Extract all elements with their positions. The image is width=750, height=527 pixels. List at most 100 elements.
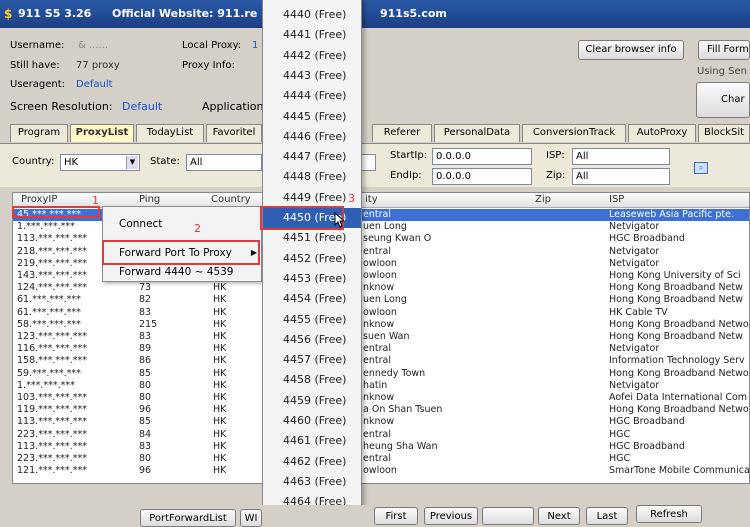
- port-item[interactable]: 4451 (Free): [263, 228, 361, 248]
- cell-isp: HGC Broadband: [609, 440, 685, 452]
- port-item[interactable]: 4453 (Free): [263, 269, 361, 289]
- char-button[interactable]: Char: [696, 82, 750, 118]
- refresh-button[interactable]: Refresh: [636, 505, 702, 523]
- first-button[interactable]: First: [374, 507, 418, 525]
- zip-select[interactable]: All: [572, 168, 670, 185]
- still-have-label: Still have:: [10, 60, 60, 71]
- table-row[interactable]: 119.***.***.*** 96 HK a On Shan Tsuen Hong K…: [13, 404, 749, 416]
- port-item[interactable]: 4457 (Free): [263, 350, 361, 370]
- isp-select[interactable]: All: [572, 148, 670, 165]
- port-item[interactable]: 4463 (Free): [263, 472, 361, 492]
- tab-referer[interactable]: Referer: [372, 124, 432, 142]
- port-list: 4440 (Free) 4441 (Free) 4442 (Free) 4443 (F…: [262, 0, 362, 527]
- port-item[interactable]: 4448 (Free): [263, 167, 361, 187]
- table-row[interactable]: 59.***.***.*** 85 HK ennedy Town Hong Kong B…: [13, 368, 749, 380]
- tab-conversiontrack[interactable]: ConversionTrack: [522, 124, 626, 142]
- table-row[interactable]: 223.***.***.*** 84 HK entral HGC: [13, 429, 749, 441]
- table-row[interactable]: 124.***.***.*** 73 HK nknow Hong Kong Broadb…: [13, 282, 749, 294]
- table-row[interactable]: 113.***.***.*** 85 HK nknow HGC Broadband: [13, 416, 749, 428]
- next-button[interactable]: Next: [538, 507, 580, 525]
- port-item[interactable]: 4455 (Free): [263, 310, 361, 330]
- cell-ping: 85: [139, 416, 152, 428]
- cell-isp: Netvigator: [609, 257, 660, 269]
- table-row[interactable]: 1.***.***.*** 80 HK hatin Netvigator: [13, 379, 749, 392]
- port-item[interactable]: 4458 (Free): [263, 370, 361, 390]
- annotation-box-port: [260, 206, 344, 230]
- port-item[interactable]: 4449 (Free): [263, 188, 361, 208]
- last-button[interactable]: Last: [586, 507, 628, 525]
- tab-todaylist[interactable]: TodayList: [136, 124, 204, 142]
- col-city[interactable]: ity: [365, 194, 378, 205]
- port-item[interactable]: 4445 (Free): [263, 107, 361, 127]
- port-item[interactable]: 4456 (Free): [263, 330, 361, 350]
- table-row[interactable]: 113.***.***.*** 83 HK heung Sha Wan HGC Broa…: [13, 440, 749, 453]
- table-row[interactable]: 58.***.***.*** 215 HK nknow Hong Kong Broadb…: [13, 318, 749, 331]
- screen-resolution-value[interactable]: Default: [122, 100, 162, 113]
- annotation-number-2: 2: [194, 222, 201, 235]
- table-row[interactable]: 121.***.***.*** 96 HK owloon SmarTone Mobile…: [13, 465, 749, 477]
- fill-form-button[interactable]: Fill Form: [698, 40, 750, 60]
- table-row[interactable]: 61.***.***.*** 82 HK uen Long Hong Kong Broa…: [13, 294, 749, 306]
- port-item[interactable]: 4446 (Free): [263, 127, 361, 147]
- port-item[interactable]: 4460 (Free): [263, 411, 361, 431]
- country-value: HK: [64, 157, 79, 168]
- cell-city: entral: [363, 453, 391, 464]
- annotation-box-forward: [102, 240, 260, 265]
- state-select[interactable]: All: [186, 154, 262, 171]
- table-row[interactable]: 116.***.***.*** 89 HK entral Netvigator: [13, 343, 749, 355]
- table-row[interactable]: 123.***.***.*** 83 HK suen Wan Hong Kong Bro…: [13, 331, 749, 343]
- cell-city: uen Long: [363, 221, 407, 233]
- cell-ping: 96: [139, 465, 152, 477]
- endip-input[interactable]: 0.0.0.0: [432, 168, 532, 185]
- port-item[interactable]: 4447 (Free): [263, 147, 361, 167]
- menu-item-forward-range[interactable]: Forward 4440 ~ 4539: [103, 262, 261, 282]
- cell-city: entral: [363, 355, 391, 367]
- cell-city: owloon: [363, 306, 397, 318]
- port-item[interactable]: 4454 (Free): [263, 289, 361, 309]
- tab-proxylist[interactable]: ProxyList: [70, 124, 134, 142]
- cell-country: HK: [213, 343, 227, 355]
- port-item[interactable]: 4442 (Free): [263, 46, 361, 66]
- cell-city: suen Wan: [363, 331, 410, 342]
- port-item[interactable]: 4461 (Free): [263, 431, 361, 451]
- port-item[interactable]: 4444 (Free): [263, 86, 361, 106]
- cell-country: HK: [213, 306, 227, 318]
- clear-browser-info-button[interactable]: Clear browser info: [578, 40, 684, 60]
- port-item[interactable]: 4452 (Free): [263, 249, 361, 269]
- tab-favorite[interactable]: Favoritel: [206, 124, 262, 142]
- app-icon: $: [4, 7, 13, 21]
- previous-button[interactable]: Previous: [424, 507, 478, 525]
- col-country[interactable]: Country: [211, 194, 251, 205]
- cell-ping: 80: [139, 379, 152, 391]
- tab-personaldata[interactable]: PersonalData: [434, 124, 520, 142]
- table-row[interactable]: 61.***.***.*** 83 HK owloon HK Cable TV: [13, 306, 749, 319]
- useragent-value[interactable]: Default: [76, 79, 113, 90]
- col-isp[interactable]: ISP: [609, 194, 624, 205]
- port-item[interactable]: 4443 (Free): [263, 66, 361, 86]
- search-icon[interactable]: ⌕: [694, 162, 708, 174]
- col-zip[interactable]: Zip: [535, 194, 551, 205]
- cell-ping: 80: [139, 453, 152, 464]
- table-row[interactable]: 223.***.***.*** 80 HK entral HGC: [13, 453, 749, 465]
- table-row[interactable]: 158.***.***.*** 86 HK entral Information Tec…: [13, 355, 749, 367]
- cell-country: HK: [213, 294, 227, 306]
- col-ping[interactable]: Ping: [139, 194, 160, 205]
- useragent-label: Useragent:: [10, 79, 66, 90]
- startip-input[interactable]: 0.0.0.0: [432, 148, 532, 165]
- tab-autoproxy[interactable]: AutoProxy: [628, 124, 696, 142]
- tab-program[interactable]: Program: [10, 124, 68, 142]
- port-item[interactable]: 4462 (Free): [263, 452, 361, 472]
- port-item[interactable]: 4441 (Free): [263, 25, 361, 45]
- port-item[interactable]: 4459 (Free): [263, 391, 361, 411]
- cell-ping: 89: [139, 343, 152, 355]
- col-proxyip[interactable]: ProxyIP: [21, 194, 57, 205]
- cell-isp: HGC Broadband: [609, 416, 685, 428]
- port-item[interactable]: 4440 (Free): [263, 5, 361, 25]
- table-row[interactable]: 103.***.***.*** 80 HK nknow Aofei Data Inter…: [13, 392, 749, 404]
- menu-item-connect[interactable]: Connect: [103, 214, 261, 234]
- cell-city: nknow: [363, 318, 395, 330]
- tab-blocksite[interactable]: BlockSit: [698, 124, 750, 142]
- country-select[interactable]: HK ▼: [60, 154, 140, 171]
- wi-tab[interactable]: WI: [240, 509, 262, 527]
- portforwardlist-tab[interactable]: PortForwardList: [140, 509, 236, 527]
